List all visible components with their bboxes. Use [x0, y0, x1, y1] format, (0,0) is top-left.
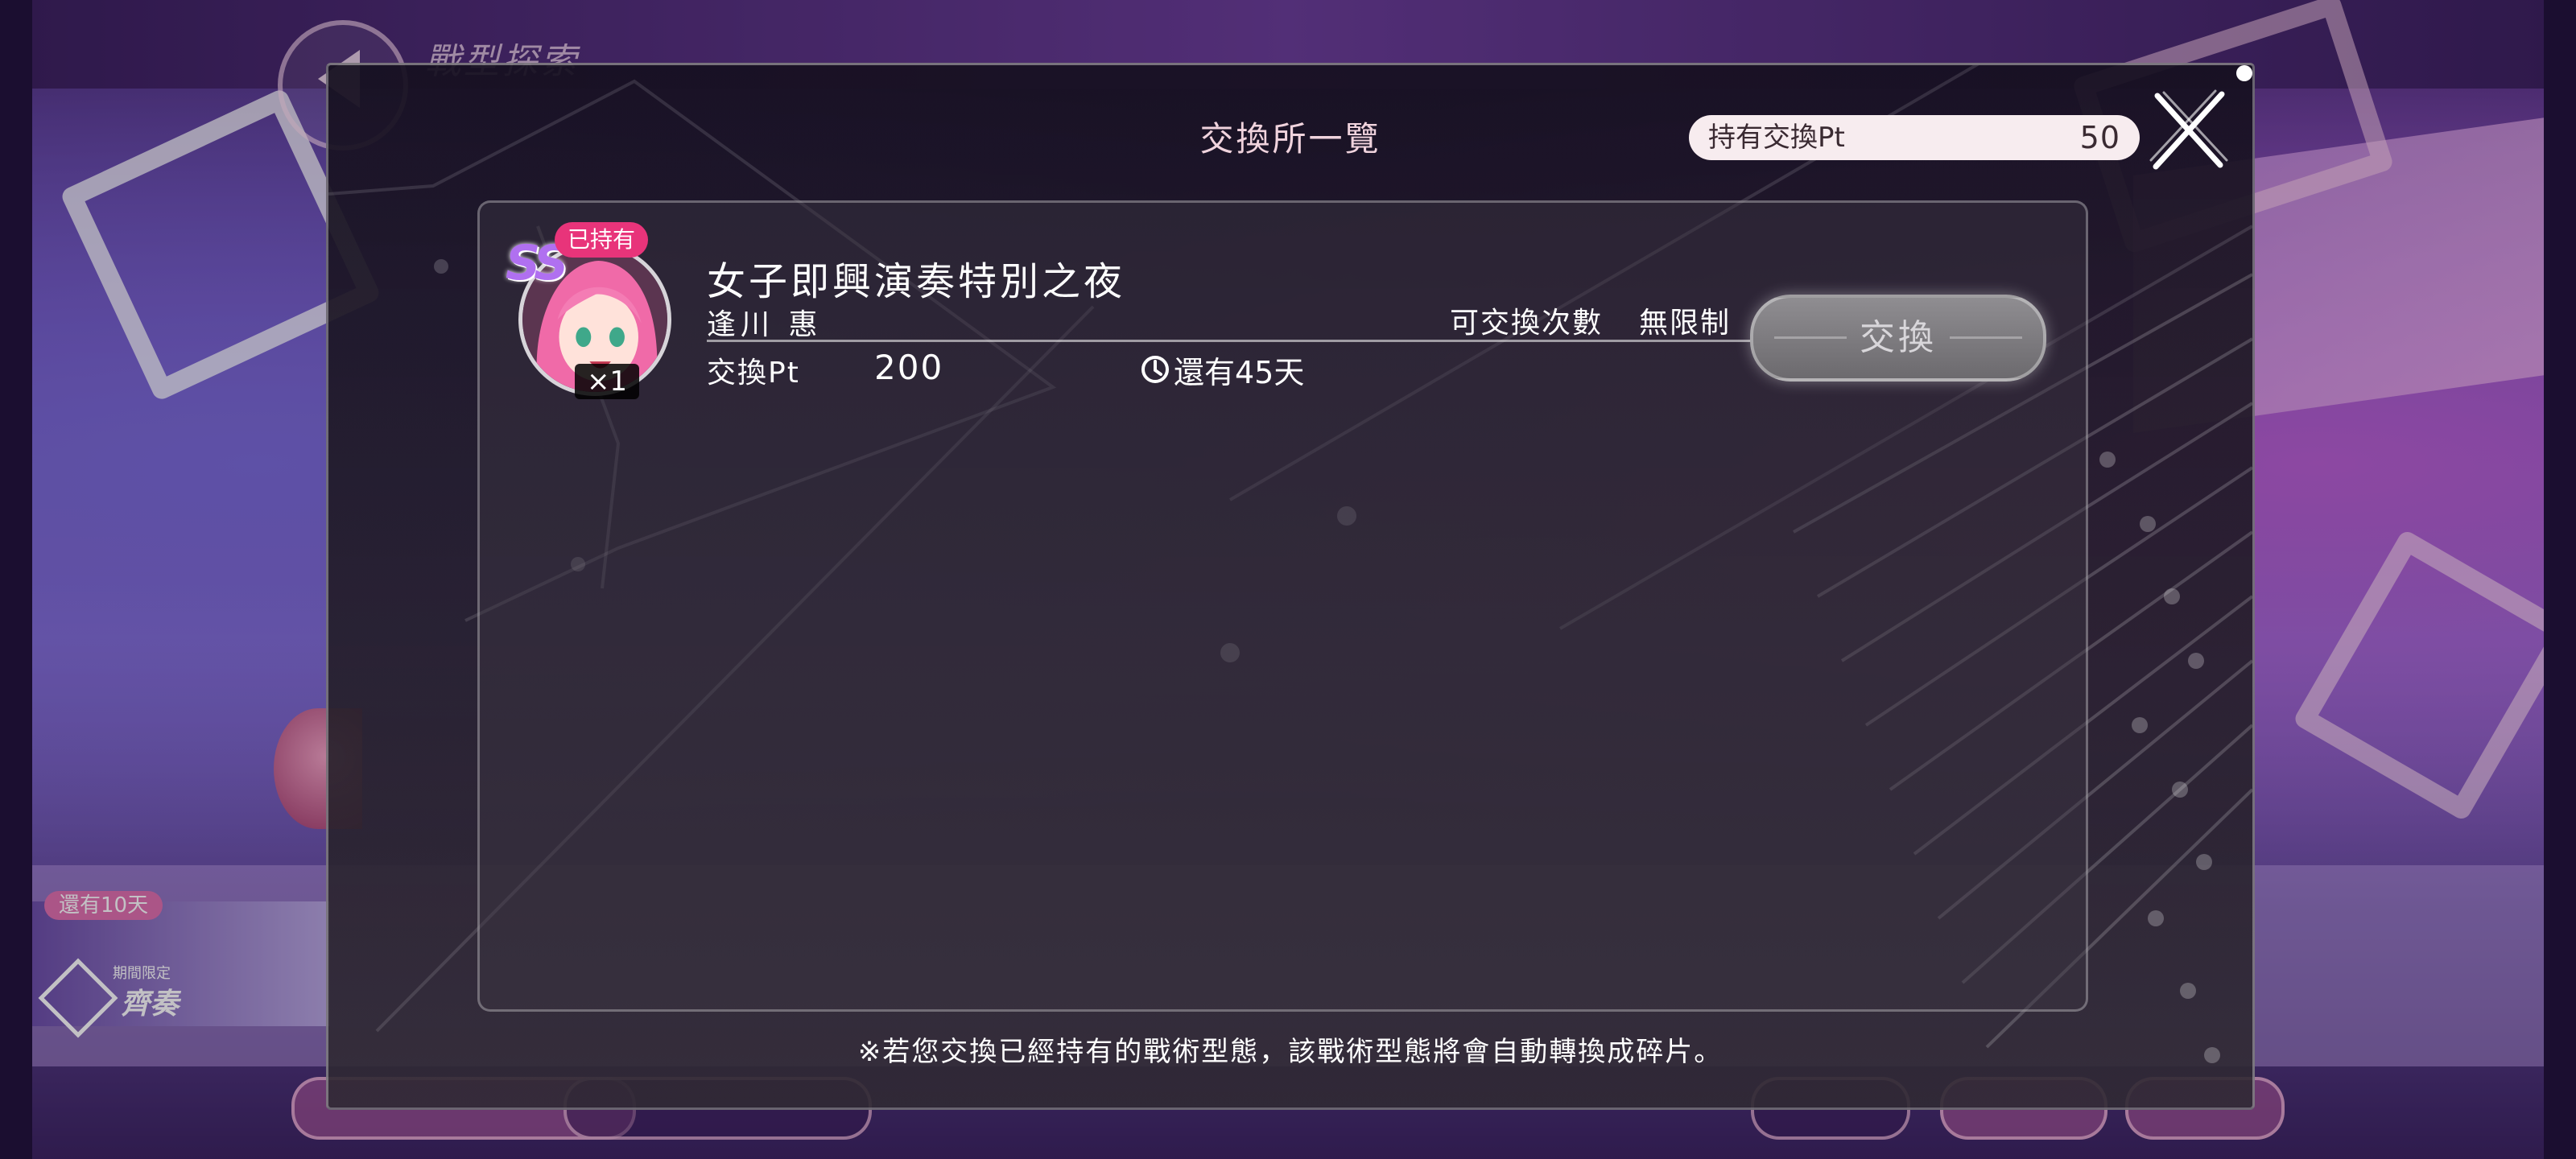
owned-badge: 已持有: [555, 222, 649, 258]
exchange-limit-label: 可交換次數: [1450, 307, 1604, 340]
item-character-name: 逢川 惠: [707, 308, 823, 341]
exchange-item-list[interactable]: SS 已持有 ×1 女子即興演奏特別之夜 逢川 惠 可交換次數 無限制 交換Pt…: [477, 200, 2088, 1012]
button-ornament: [1950, 336, 2022, 339]
points-balance: 持有交換Pt 50: [1689, 115, 2140, 160]
points-value: 50: [2079, 120, 2120, 155]
close-x-icon: [2149, 89, 2228, 170]
footnote: ※若您交換已經持有的戰術型態，該戰術型態將會自動轉換成碎片。: [857, 1036, 1724, 1068]
item-icon[interactable]: SS 已持有 ×1: [506, 222, 671, 399]
cost-value: 200: [874, 348, 944, 387]
cost-label: 交換Pt: [707, 357, 800, 390]
item-quantity: ×1: [575, 364, 639, 399]
time-remaining: 還有45天: [1174, 355, 1305, 390]
clock-icon: [1141, 356, 1169, 383]
exchange-shop-dialog: 交換所一覽 持有交換Pt 50 SS 已持有 ×1 女子即興演奏特別之夜 逢川 …: [326, 63, 2255, 1110]
points-label: 持有交換Pt: [1708, 122, 1845, 154]
exchange-item-row[interactable]: SS 已持有 ×1 女子即興演奏特別之夜 逢川 惠 可交換次數 無限制 交換Pt…: [480, 203, 2086, 404]
exchange-limit-value: 無限制: [1639, 307, 1732, 340]
corner-ornament: [2236, 65, 2252, 81]
exchange-button[interactable]: 交換: [1750, 295, 2046, 382]
item-name: 女子即興演奏特別之夜: [707, 259, 1126, 304]
close-button[interactable]: [2140, 81, 2236, 178]
